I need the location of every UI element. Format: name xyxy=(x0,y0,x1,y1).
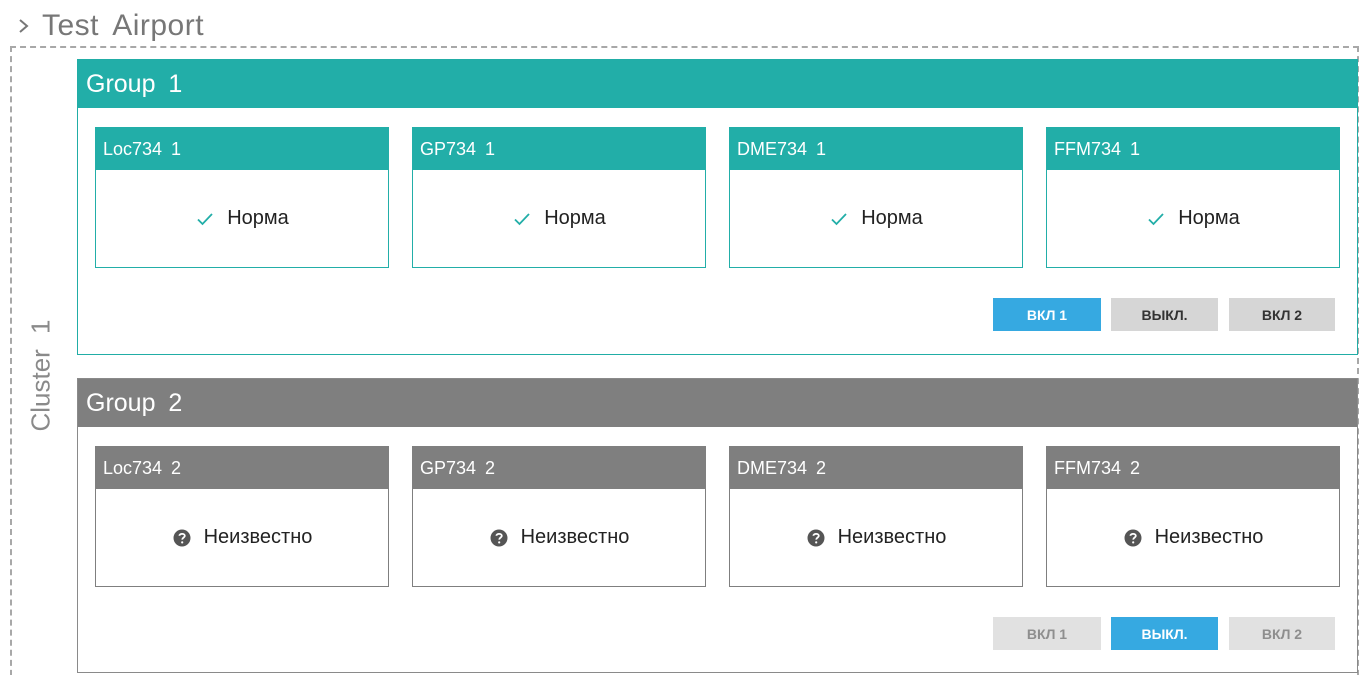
device-name: FFM734 1 xyxy=(1047,128,1339,170)
device-name: DME734 2 xyxy=(730,447,1022,489)
off-button[interactable]: ВЫКЛ. xyxy=(1111,617,1218,650)
device-status-text: Норма xyxy=(227,207,289,229)
cluster-label: Cluster 1 xyxy=(5,300,77,450)
device-status-text: Норма xyxy=(861,207,923,229)
device-status-text: Неизвестно xyxy=(1154,526,1264,548)
device-status-text: Неизвестно xyxy=(520,526,630,548)
on-2-button[interactable]: ВКЛ 2 xyxy=(1229,617,1335,650)
off-button[interactable]: ВЫКЛ. xyxy=(1111,298,1218,331)
device-name: GP734 1 xyxy=(413,128,705,170)
device-status: Неизвестно xyxy=(1047,489,1339,586)
breadcrumb[interactable]: Test Airport xyxy=(18,6,204,46)
device-status-text: Норма xyxy=(544,207,606,229)
device-status: Неизвестно xyxy=(413,489,705,586)
device-card: DME734 1 Норма xyxy=(729,127,1023,268)
device-status: Норма xyxy=(730,170,1022,267)
device-status-text: Неизвестно xyxy=(837,526,947,548)
chevron-right-icon[interactable] xyxy=(18,11,36,41)
device-status-text: Норма xyxy=(1178,207,1240,229)
device-name: Loc734 1 xyxy=(96,128,388,170)
group-panel: Group 1 Loc734 1 Норма GP734 1 Норма DME… xyxy=(77,59,1358,355)
question-circle-icon xyxy=(1123,528,1143,548)
device-status: Неизвестно xyxy=(730,489,1022,586)
question-circle-icon xyxy=(806,528,826,548)
group-panel: Group 2 Loc734 2 Неизвестно GP734 2 Неиз… xyxy=(77,378,1358,673)
check-icon xyxy=(1146,209,1166,229)
device-status: Норма xyxy=(413,170,705,267)
device-card: FFM734 1 Норма xyxy=(1046,127,1340,268)
device-status: Норма xyxy=(96,170,388,267)
device-name: GP734 2 xyxy=(413,447,705,489)
question-circle-icon xyxy=(489,528,509,548)
device-card: DME734 2 Неизвестно xyxy=(729,446,1023,587)
device-status: Неизвестно xyxy=(96,489,388,586)
check-icon xyxy=(512,209,532,229)
device-card: GP734 2 Неизвестно xyxy=(412,446,706,587)
device-name: FFM734 2 xyxy=(1047,447,1339,489)
group-title: Group 2 xyxy=(78,379,1357,427)
device-card: FFM734 2 Неизвестно xyxy=(1046,446,1340,587)
page: Test Airport Cluster 1 Group 1 Loc734 1 … xyxy=(0,0,1359,675)
check-icon xyxy=(195,209,215,229)
group-title: Group 1 xyxy=(78,60,1357,108)
check-icon xyxy=(829,209,849,229)
on-1-button[interactable]: ВКЛ 1 xyxy=(993,617,1101,650)
device-status: Норма xyxy=(1047,170,1339,267)
on-1-button[interactable]: ВКЛ 1 xyxy=(993,298,1101,331)
device-card: Loc734 1 Норма xyxy=(95,127,389,268)
question-circle-icon xyxy=(172,528,192,548)
on-2-button[interactable]: ВКЛ 2 xyxy=(1229,298,1335,331)
breadcrumb-title: Test Airport xyxy=(42,9,205,42)
device-name: DME734 1 xyxy=(730,128,1022,170)
cluster-label-text: Cluster 1 xyxy=(25,318,56,432)
device-card: GP734 1 Норма xyxy=(412,127,706,268)
device-card: Loc734 2 Неизвестно xyxy=(95,446,389,587)
device-status-text: Неизвестно xyxy=(203,526,313,548)
device-name: Loc734 2 xyxy=(96,447,388,489)
